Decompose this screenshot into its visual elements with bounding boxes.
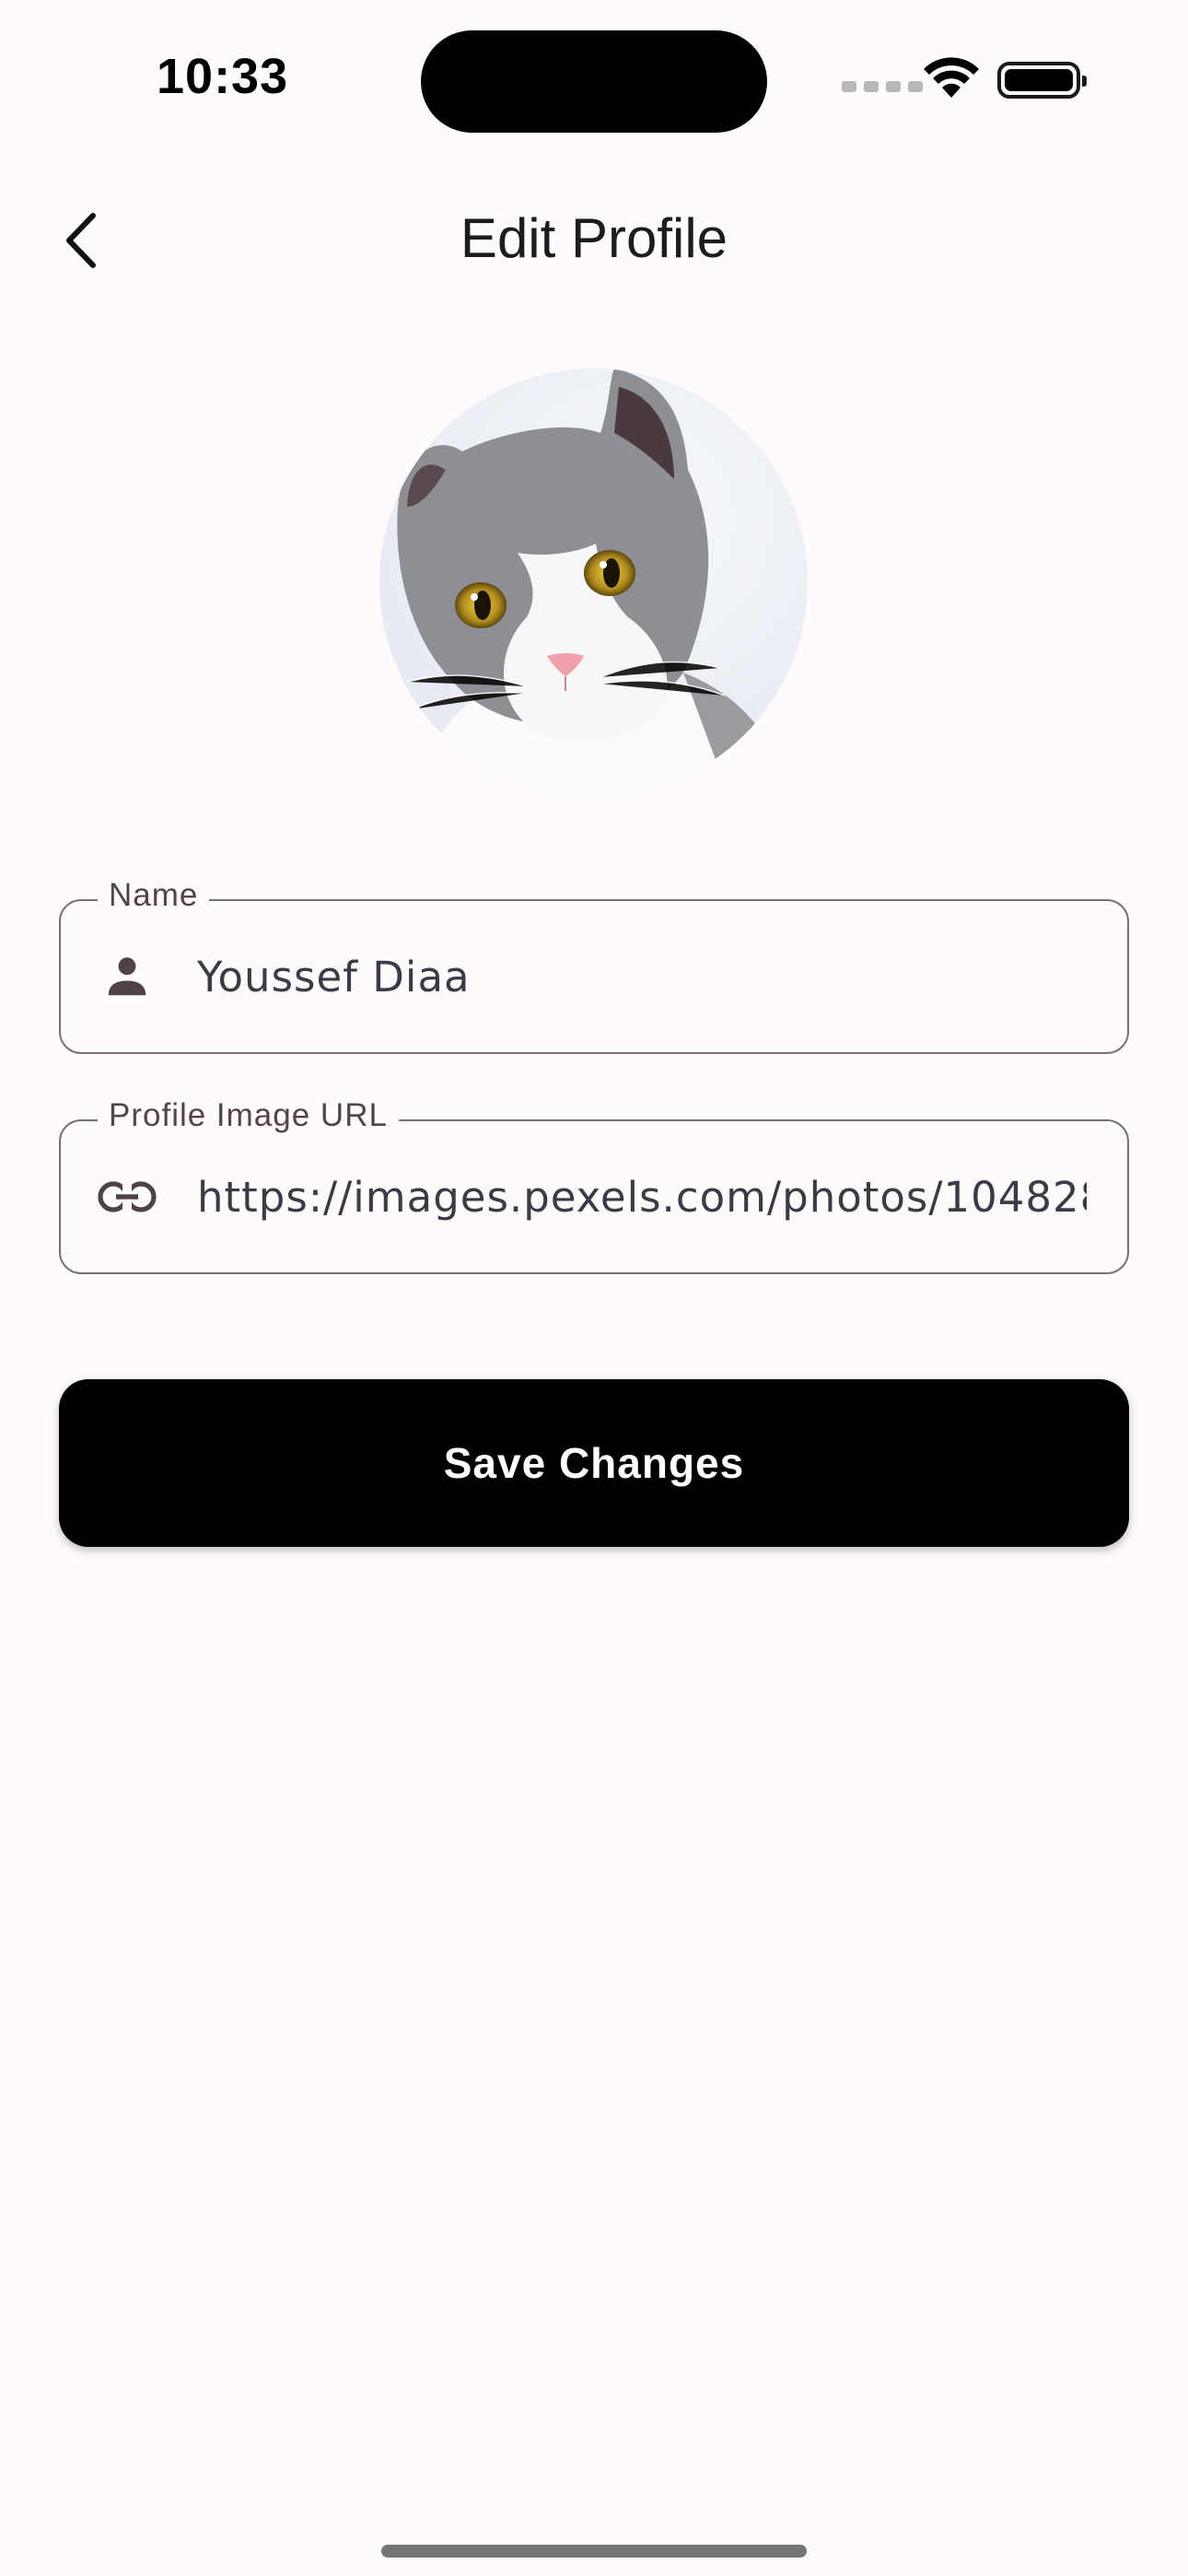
cat-photo-image <box>379 369 808 797</box>
person-icon <box>88 952 166 1001</box>
wifi-icon <box>923 57 980 104</box>
dynamic-island <box>421 30 767 133</box>
profile-avatar[interactable] <box>379 369 808 797</box>
home-indicator[interactable] <box>381 2545 807 2558</box>
profile-image-url-label: Profile Image URL <box>98 1097 399 1134</box>
battery-icon <box>997 62 1087 99</box>
profile-image-url-field[interactable]: Profile Image URL <box>59 1097 1129 1274</box>
name-field-label: Name <box>98 877 210 914</box>
link-icon <box>88 1178 166 1215</box>
status-time: 10:33 <box>157 49 289 104</box>
cellular-signal-icon <box>842 81 923 92</box>
save-changes-button[interactable]: Save Changes <box>59 1379 1129 1547</box>
profile-image-url-input[interactable] <box>197 1172 1087 1222</box>
name-input[interactable] <box>197 952 1087 1001</box>
name-field[interactable]: Name <box>59 877 1129 1054</box>
page-title: Edit Profile <box>460 207 728 269</box>
edit-profile-screen: 10:33 Edit Profile Name Youssef Diaa Pro… <box>0 0 1188 2576</box>
